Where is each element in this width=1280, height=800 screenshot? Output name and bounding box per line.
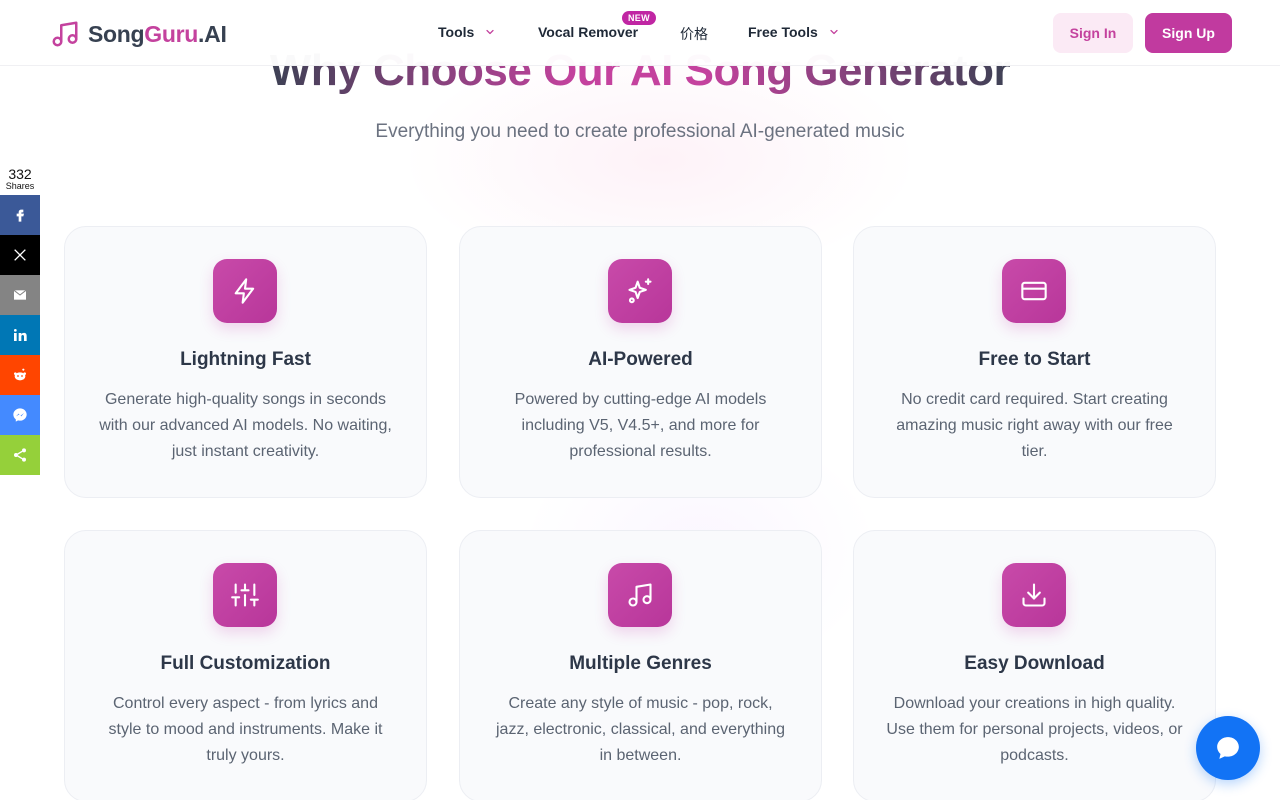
new-badge: NEW: [622, 11, 656, 25]
feature-title: Lightning Fast: [180, 349, 311, 370]
chat-bubble-icon: [1217, 737, 1239, 759]
nav-tools-label: Tools: [438, 24, 475, 40]
feature-icon-box: [213, 259, 277, 323]
share-x-button[interactable]: [0, 235, 40, 275]
feature-title: AI-Powered: [588, 349, 693, 370]
music-note-logo-icon: [52, 21, 78, 47]
feature-title: Full Customization: [160, 653, 331, 674]
sign-in-button[interactable]: Sign In: [1053, 13, 1133, 53]
logo-text: SongGuru.AI: [88, 20, 227, 47]
share-more-button[interactable]: [0, 435, 40, 475]
sparkles-icon: [628, 278, 652, 304]
feature-title: Easy Download: [964, 653, 1105, 674]
feature-description: No credit card required. Start creating …: [896, 391, 1173, 460]
feature-card-ai-powered: AI-Powered Powered by cutting-edge AI mo…: [459, 226, 822, 498]
feature-card-full-customization: Full Customization Control every aspect …: [64, 530, 427, 800]
chevron-down-icon: [830, 29, 838, 35]
share-reddit-button[interactable]: [0, 355, 40, 395]
nav-free-tools-label: Free Tools: [748, 24, 818, 40]
messenger-icon: [13, 408, 27, 422]
feature-description: Download your creations in high quality.…: [886, 695, 1183, 764]
music-note-icon: [628, 583, 652, 607]
feature-description: Generate high-quality songs in seconds w…: [99, 391, 392, 460]
nav-pricing-label: 价格: [680, 26, 708, 42]
site-header: SongGuru.AI Tools Vocal Remover NEW 价格 F…: [0, 0, 1280, 66]
feature-icon-box: [608, 563, 672, 627]
share-count-label: Shares: [5, 181, 35, 191]
feature-icon-box: [608, 259, 672, 323]
email-icon: [13, 289, 27, 300]
download-icon: [1022, 583, 1046, 607]
share-count-number: 332: [8, 166, 32, 182]
share-email-button[interactable]: [0, 275, 40, 315]
chat-widget-button[interactable]: [1196, 716, 1260, 780]
share-linkedin-button[interactable]: [0, 315, 40, 355]
feature-description: Control every aspect - from lyrics and s…: [108, 695, 383, 764]
share-messenger-button[interactable]: [0, 395, 40, 435]
x-icon: [14, 249, 26, 261]
feature-card-multiple-genres: Multiple Genres Create any style of musi…: [459, 530, 822, 800]
feature-card-free-to-start: Free to Start No credit card required. S…: [853, 226, 1216, 498]
feature-card-lightning-fast: Lightning Fast Generate high-quality son…: [64, 226, 427, 498]
credit-card-icon: [1021, 281, 1047, 301]
nav-free-tools[interactable]: Free Tools: [748, 24, 840, 40]
section-subtitle: Everything you need to create profession…: [375, 121, 905, 142]
nav-pricing[interactable]: 价格: [680, 24, 708, 44]
feature-icon-box: [1002, 563, 1066, 627]
nav-vocal-remover-label: Vocal Remover: [538, 24, 639, 40]
feature-title: Free to Start: [978, 349, 1091, 370]
feature-description: Powered by cutting-edge AI models includ…: [514, 391, 767, 460]
lightning-icon: [234, 278, 255, 304]
logo[interactable]: SongGuru.AI: [50, 19, 227, 49]
nav-vocal-remover[interactable]: Vocal Remover: [538, 24, 638, 40]
feature-card-easy-download: Easy Download Download your creations in…: [853, 530, 1216, 800]
feature-title: Multiple Genres: [569, 653, 712, 674]
facebook-icon: [16, 209, 24, 222]
reddit-icon: [14, 368, 26, 381]
nav-tools[interactable]: Tools: [438, 24, 496, 40]
feature-icon-box: [213, 563, 277, 627]
share-icon: [14, 448, 26, 462]
feature-icon-box: [1002, 259, 1066, 323]
sliders-icon: [231, 583, 259, 607]
share-count: 332 Shares: [0, 166, 40, 191]
sign-up-button[interactable]: Sign Up: [1145, 13, 1232, 53]
linkedin-icon: [14, 329, 27, 341]
feature-description: Create any style of music - pop, rock, j…: [495, 695, 786, 764]
chevron-down-icon: [486, 29, 494, 35]
share-facebook-button[interactable]: [0, 195, 40, 235]
